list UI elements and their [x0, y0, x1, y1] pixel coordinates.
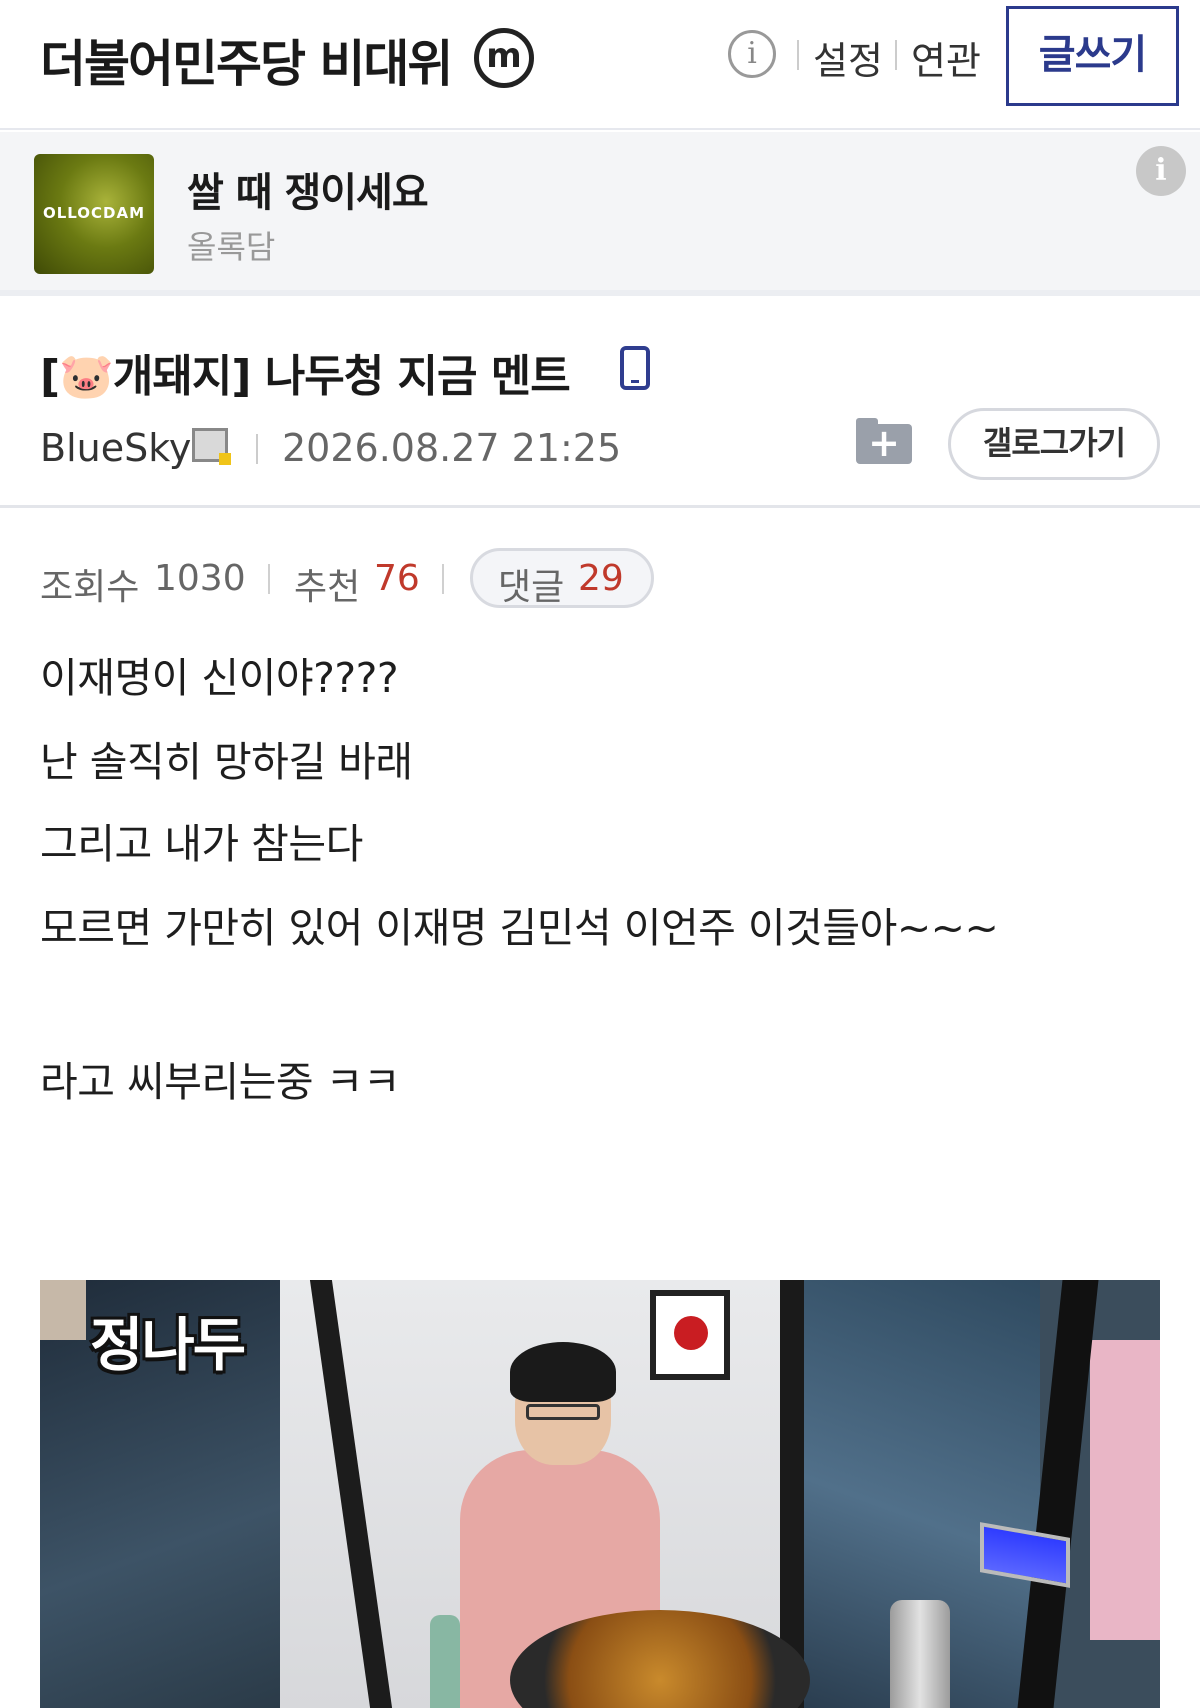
top-bar: 더불어민주당 비대위 m i 설정 연관 글쓰기 [0, 0, 1200, 130]
post-body-line: 그리고 내가 참는다 [40, 820, 363, 868]
comments-label: 댓글 [498, 567, 565, 608]
divider [895, 40, 897, 70]
post-body-line: 이재명이 신이야???? [40, 654, 399, 702]
ad-title[interactable]: 쌀 때 쟁이세요 [187, 160, 429, 218]
recommend-label: 추천 [294, 567, 361, 608]
user-level-icon [192, 428, 231, 465]
settings-link[interactable]: 설정 [813, 30, 883, 85]
views-count: 1030 [154, 558, 246, 599]
ad-logo[interactable]: OLLOCDAM [34, 154, 154, 274]
post-header: [🐷개돼지] 나두청 지금 멘트 BlueSky 2026.08.27 21:2… [0, 302, 1200, 508]
comments-count: 29 [578, 558, 624, 599]
divider [256, 434, 258, 464]
add-folder-icon[interactable]: + [856, 418, 912, 464]
post-body-line: 모르면 가만히 있어 이재명 김민석 이언주 이것들아~~~ [40, 904, 999, 952]
related-link[interactable]: 연관 [911, 30, 981, 85]
post-title: [🐷개돼지] 나두청 지금 멘트 [40, 351, 571, 402]
gallog-button[interactable]: 갤로그가기 [948, 408, 1160, 480]
recommend-count: 76 [374, 558, 420, 599]
image-caption: 정나두 [90, 1311, 246, 1379]
divider [442, 564, 444, 594]
post-body-line: 난 솔직히 망하길 바래 [40, 738, 413, 786]
post-body-line: 라고 씨부리는중 ㅋㅋ [40, 1058, 401, 1106]
divider [268, 564, 270, 594]
post-author[interactable]: BlueSky [40, 426, 191, 470]
views-label: 조회수 [40, 567, 140, 608]
ad-banner[interactable]: OLLOCDAM 쌀 때 쟁이세요 올록담 i [0, 132, 1200, 296]
post-stats: 조회수 1030 추천 76 댓글 29 [0, 548, 1200, 608]
ad-subtitle: 올록담 [187, 228, 276, 266]
mobile-post-icon [620, 346, 650, 390]
gallery-info-icon[interactable]: i [728, 30, 776, 78]
ad-info-icon[interactable]: i [1136, 146, 1186, 196]
write-button[interactable]: 글쓰기 [1006, 6, 1179, 106]
gallery-title[interactable]: 더불어민주당 비대위 [40, 24, 453, 96]
post-date: 2026.08.27 21:25 [282, 426, 622, 470]
minor-gallery-badge-icon: m [474, 28, 534, 88]
post-image[interactable]: 정나두 [40, 1280, 1160, 1708]
divider [797, 40, 799, 70]
